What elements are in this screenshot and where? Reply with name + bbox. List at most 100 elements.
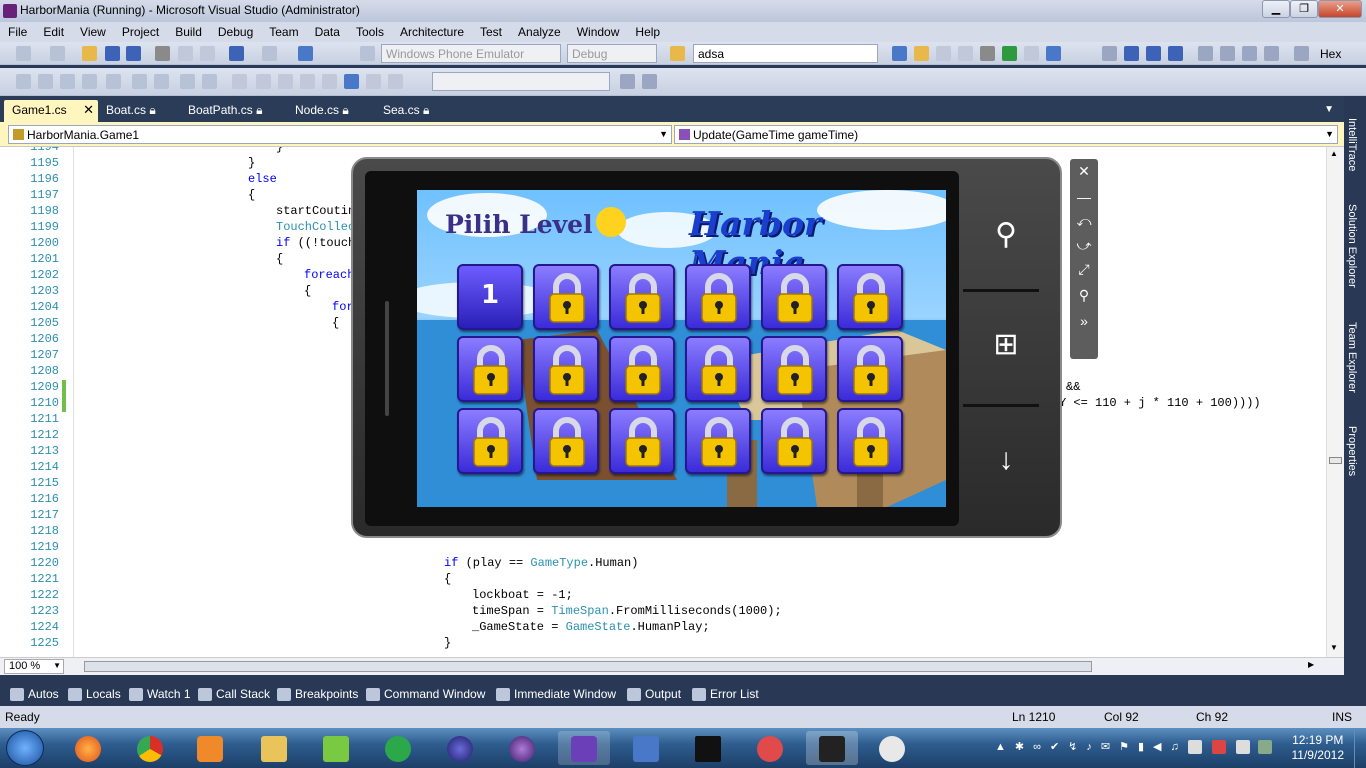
find-combo[interactable]: adsa	[693, 44, 878, 63]
vertical-scrollbar[interactable]: ▲ ▼	[1326, 147, 1344, 657]
menu-help[interactable]: Help	[627, 22, 668, 40]
save-all-icon[interactable]	[126, 46, 141, 61]
menu-debug[interactable]: Debug	[210, 22, 261, 40]
level-tile-locked[interactable]	[761, 264, 827, 330]
taskbar-cmd[interactable]	[682, 731, 734, 765]
level-tile-locked[interactable]	[837, 264, 903, 330]
zoom-select[interactable]: 100 % ▼	[4, 659, 64, 674]
tab-error-list[interactable]: Error List	[692, 687, 759, 701]
minimize-button[interactable]: ▁	[1262, 0, 1290, 18]
taskbar-paint[interactable]	[866, 731, 918, 765]
side-tab-intellitrace[interactable]: IntelliTrace	[1346, 118, 1358, 171]
horizontal-scroll-thumb[interactable]	[84, 661, 1092, 672]
tab-game1[interactable]: Game1.cs ✕	[4, 100, 98, 122]
tab-autos[interactable]: Autos	[10, 687, 59, 701]
taskbar-emulator[interactable]	[806, 731, 858, 765]
member-dropdown[interactable]: Update(GameTime gameTime) ▼	[674, 125, 1338, 144]
complete-word-icon[interactable]	[60, 74, 75, 89]
prev-bookmark-doc-icon[interactable]	[344, 74, 359, 89]
restore-button[interactable]: ❐	[1290, 0, 1318, 18]
scroll-down-icon[interactable]: ▼	[1330, 643, 1338, 652]
search-icon[interactable]: ⚲	[963, 217, 1049, 252]
scroll-right-icon[interactable]: ▶	[1308, 660, 1314, 669]
toolbox-icon[interactable]	[980, 46, 995, 61]
taskbar-firefox[interactable]	[62, 731, 114, 765]
scroll-thumb[interactable]	[1329, 457, 1342, 464]
rotate-left-icon[interactable]: ⤺	[1075, 213, 1093, 230]
taskbar-eclipse-2[interactable]	[496, 731, 548, 765]
level-tile-locked[interactable]	[609, 336, 675, 402]
power-icon[interactable]	[1212, 740, 1226, 754]
taskbar-chrome[interactable]	[124, 731, 176, 765]
level-tile-locked[interactable]	[761, 336, 827, 402]
hex-button[interactable]: Hex	[1320, 47, 1341, 61]
level-tile-locked[interactable]	[685, 336, 751, 402]
properties-icon[interactable]	[936, 46, 951, 61]
level-tile-locked[interactable]	[533, 336, 599, 402]
tab-breakpoints[interactable]: Breakpoints	[277, 687, 358, 701]
menu-view[interactable]: View	[72, 22, 114, 40]
level-tile-locked[interactable]	[837, 336, 903, 402]
type-dropdown[interactable]: HarborMania.Game1 ▼	[8, 125, 672, 144]
tab-boat[interactable]: Boat.cs 🔒︎	[98, 100, 164, 122]
step-over-icon[interactable]	[1242, 46, 1257, 61]
fit-to-screen-icon[interactable]: ⤢	[1075, 261, 1093, 278]
taskbar-notepadpp[interactable]	[310, 731, 362, 765]
side-tab-team-explorer[interactable]: Team Explorer	[1346, 322, 1358, 393]
taskbar-media-player[interactable]	[184, 731, 236, 765]
close-button[interactable]: ✕	[1318, 0, 1362, 18]
close-icon[interactable]: ✕	[1075, 163, 1093, 180]
taskbar-eclipse[interactable]	[434, 731, 486, 765]
level-tile-locked[interactable]	[609, 408, 675, 474]
break-all-icon[interactable]	[1124, 46, 1139, 61]
continue-icon[interactable]	[1102, 46, 1117, 61]
tab-output[interactable]: Output	[627, 687, 681, 701]
level-tile-unlocked[interactable]: 1	[457, 264, 523, 330]
new-project-icon[interactable]	[16, 46, 31, 61]
tab-immediate-window[interactable]: Immediate Window	[496, 687, 616, 701]
parameter-info-icon[interactable]	[38, 74, 53, 89]
clock[interactable]: 12:19 PM 11/9/2012	[1292, 733, 1345, 763]
solution-explorer-icon[interactable]	[914, 46, 929, 61]
undo-icon[interactable]	[229, 46, 244, 61]
tab-locals[interactable]: Locals	[68, 687, 121, 701]
save-icon[interactable]	[105, 46, 120, 61]
word-complete-icon[interactable]	[106, 74, 121, 89]
zoom-icon[interactable]: ⚲	[1075, 287, 1093, 304]
speaker-icon[interactable]	[1236, 740, 1250, 754]
side-tab-solution-explorer[interactable]: Solution Explorer	[1346, 204, 1358, 288]
menu-project[interactable]: Project	[114, 22, 167, 40]
clear-bookmarks-icon[interactable]	[388, 74, 403, 89]
volume-icon[interactable]	[1188, 740, 1202, 754]
find-icon[interactable]	[670, 46, 685, 61]
open-file-icon[interactable]	[82, 46, 97, 61]
level-tile-locked[interactable]	[761, 408, 827, 474]
taskbar-3d-app[interactable]	[744, 731, 796, 765]
cut-icon[interactable]	[155, 46, 170, 61]
menu-edit[interactable]: Edit	[35, 22, 72, 40]
menu-window[interactable]: Window	[569, 22, 628, 40]
scroll-up-icon[interactable]: ▲	[1330, 149, 1338, 158]
redo-icon[interactable]	[262, 46, 277, 61]
tab-node[interactable]: Node.cs 🔒︎	[287, 100, 357, 122]
tab-boatpath[interactable]: BoatPath.cs 🔒︎	[180, 100, 270, 122]
quick-info-2-icon[interactable]	[82, 74, 97, 89]
level-tile-locked[interactable]	[533, 408, 599, 474]
rotate-right-icon[interactable]: ⤻	[1075, 237, 1093, 254]
start-page-icon[interactable]	[1002, 46, 1017, 61]
step-into-icon[interactable]	[1220, 46, 1235, 61]
solution-config-select[interactable]: Debug	[567, 44, 657, 63]
paste-icon[interactable]	[200, 46, 215, 61]
stop-debugging-icon[interactable]	[1146, 46, 1161, 61]
decrease-indent-icon[interactable]	[132, 74, 147, 89]
tab-call-stack[interactable]: Call Stack	[198, 687, 270, 701]
find-in-files-icon[interactable]	[892, 46, 907, 61]
level-tile-locked[interactable]	[533, 264, 599, 330]
menu-build[interactable]: Build	[167, 22, 210, 40]
quick-info-icon[interactable]	[16, 74, 31, 89]
phone-screen[interactable]: Pilih Level Harbor Mania 1	[417, 190, 946, 507]
level-tile-locked[interactable]	[685, 408, 751, 474]
windows-icon[interactable]	[1046, 46, 1061, 61]
taskbar-network[interactable]	[620, 731, 672, 765]
prev-bookmark-icon[interactable]	[256, 74, 271, 89]
